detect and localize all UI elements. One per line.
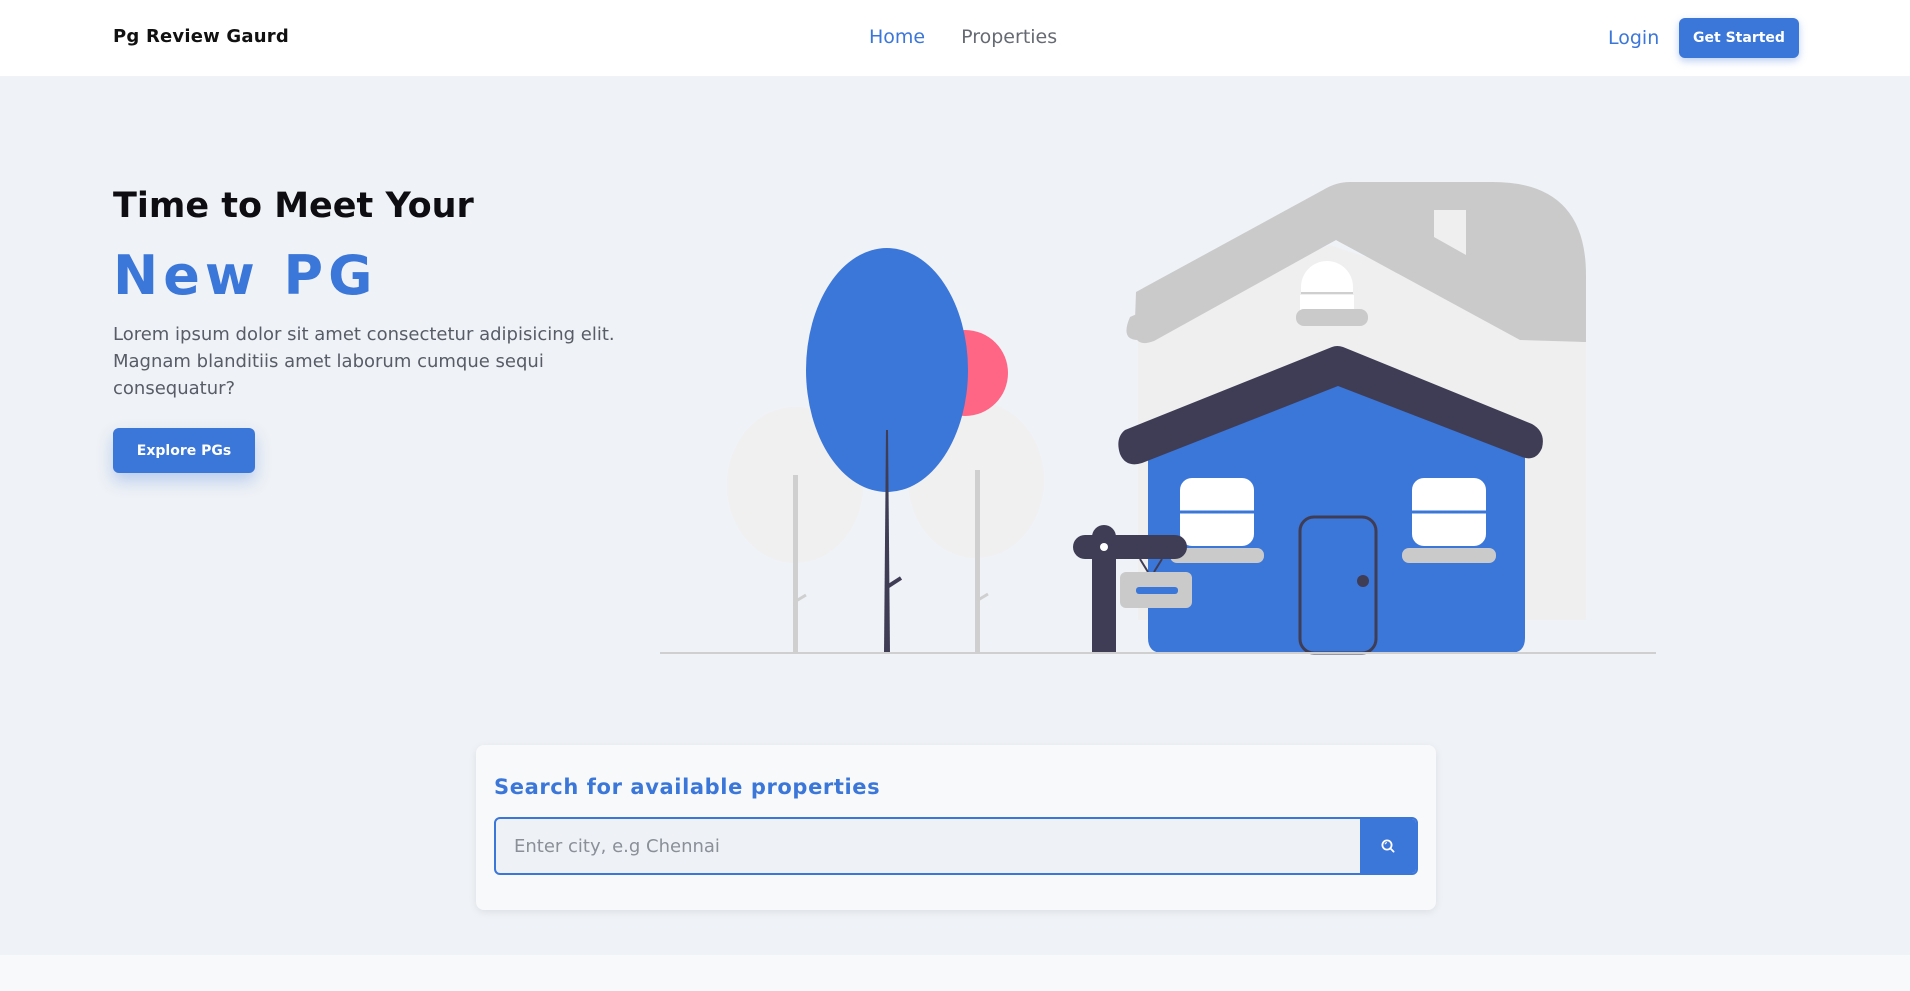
explore-pgs-button[interactable]: Explore PGs (113, 428, 255, 473)
navbar: Pg Review Gaurd Home Properties Login Ge… (0, 0, 1910, 76)
get-started-button[interactable]: Get Started (1679, 18, 1799, 58)
nav-links: Home Properties (869, 26, 1057, 48)
search-icon (1381, 839, 1395, 853)
nav-link-properties[interactable]: Properties (961, 26, 1057, 48)
hero-description: Lorem ipsum dolor sit amet consectetur a… (113, 324, 615, 399)
brand-logo[interactable]: Pg Review Gaurd (113, 26, 289, 47)
nav-link-home[interactable]: Home (869, 26, 925, 48)
footer-strip (0, 955, 1910, 991)
hero-accent-heading: New PG (113, 244, 378, 307)
hero-heading: Time to Meet Your (113, 186, 474, 226)
city-search-input[interactable] (496, 819, 1362, 873)
search-box (494, 817, 1418, 875)
login-link[interactable]: Login (1608, 27, 1659, 49)
search-button[interactable] (1360, 819, 1416, 873)
blue-tree (806, 248, 968, 653)
house-illustration (660, 182, 1656, 655)
search-title: Search for available properties (494, 775, 881, 799)
search-card: Search for available properties (476, 745, 1436, 910)
